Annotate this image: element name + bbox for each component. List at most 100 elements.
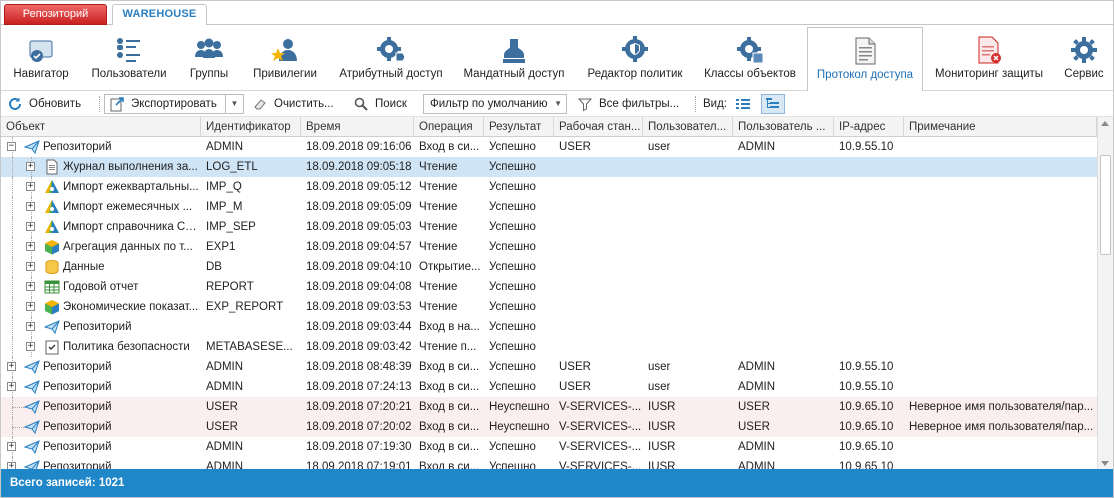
expand-icon[interactable]: + — [26, 202, 35, 211]
expand-icon[interactable]: + — [7, 442, 16, 451]
tab-warehouse[interactable]: WAREHOUSE — [112, 4, 207, 26]
database-icon — [45, 260, 59, 275]
refresh-button[interactable]: Обновить — [7, 94, 81, 114]
view-list-button[interactable] — [732, 94, 754, 114]
expand-icon[interactable]: + — [26, 322, 35, 331]
table-row[interactable]: + Импорт ежемесячных ... IMP_M 18.09.2018 0… — [1, 197, 1097, 217]
filter-select[interactable]: Фильтр по умолчанию ▼ — [423, 94, 567, 114]
column-header[interactable]: Пользователь ... — [733, 117, 834, 137]
vertical-scrollbar[interactable] — [1097, 117, 1113, 471]
table-row[interactable]: + Репозиторий 18.09.2018 09:03:44 Вход в на… — [1, 317, 1097, 337]
search-button[interactable]: Поиск — [353, 94, 407, 114]
cell-note — [904, 377, 1097, 397]
export-dropdown-icon[interactable]: ▼ — [225, 95, 243, 113]
tree-line — [12, 337, 13, 357]
column-header[interactable]: Примечание — [904, 117, 1097, 137]
all-filters-button[interactable]: Все фильтры... — [577, 94, 679, 114]
column-header[interactable]: Рабочая стан... — [554, 117, 643, 137]
nav-item-10[interactable]: Мониторинг защиты — [923, 25, 1055, 91]
nav-item-3[interactable]: Группы — [177, 25, 241, 91]
collapse-icon[interactable]: − — [7, 142, 16, 151]
nav-item-6[interactable]: Мандатный доступ — [453, 25, 575, 91]
table-row[interactable]: + Годовой отчет REPORT 18.09.2018 09:04:08 Ч… — [1, 277, 1097, 297]
cell-ip — [834, 337, 904, 357]
cell-ws: USER — [559, 361, 591, 373]
table-row[interactable]: + Журнал выполнения за... LOG_ETL 18.09.201… — [1, 157, 1097, 177]
table-row[interactable]: + Репозиторий ADMIN 18.09.2018 07:19:30 Вход… — [1, 437, 1097, 457]
table-row[interactable]: Репозиторий USER 18.09.2018 07:20:21 Вход в… — [1, 397, 1097, 417]
expand-icon[interactable]: + — [26, 162, 35, 171]
nav-item-5[interactable]: Атрибутный доступ — [329, 25, 453, 91]
expand-icon[interactable]: + — [26, 262, 35, 271]
table-row[interactable]: Репозиторий USER 18.09.2018 07:20:02 Вход в… — [1, 417, 1097, 437]
table-row[interactable]: + Агрегация данных по т... EXP1 18.09.2018 … — [1, 237, 1097, 257]
export-button[interactable]: Экспортировать ▼ — [104, 94, 244, 114]
cell-ip: 10.9.65.10 — [839, 441, 894, 453]
table-row[interactable]: + Данные DB 18.09.2018 09:04:10 Открытие... У… — [1, 257, 1097, 277]
cell-u2: USER — [738, 401, 770, 413]
view-tree-button[interactable] — [761, 94, 785, 114]
cell-res: Успешно — [489, 241, 536, 253]
clear-button[interactable]: Очистить... — [252, 94, 334, 114]
cell-u1: IUSR — [648, 401, 676, 413]
cell-ws — [554, 177, 643, 197]
nav-item-2[interactable]: Пользователи — [81, 25, 177, 91]
column-header[interactable]: Объект — [1, 117, 201, 137]
expand-icon[interactable]: + — [26, 182, 35, 191]
cell-note — [904, 257, 1097, 277]
scroll-down-icon[interactable] — [1101, 461, 1109, 466]
cell-id: METABASESE... — [206, 341, 293, 353]
cell-u1 — [643, 237, 733, 257]
nav-item-1[interactable]: Навигатор — [1, 25, 81, 91]
nav-item-11[interactable]: Сервис — [1055, 25, 1113, 91]
column-header[interactable]: IP-адрес — [834, 117, 904, 137]
nav-item-label: Навигатор — [13, 68, 69, 80]
cell-ip — [834, 297, 904, 317]
expand-icon[interactable]: + — [7, 382, 16, 391]
column-header[interactable]: Время — [301, 117, 414, 137]
nav-item-label: Атрибутный доступ — [339, 68, 443, 80]
table-row[interactable]: + Импорт ежеквартальны... IMP_Q 18.09.2018 … — [1, 177, 1097, 197]
cell-id: IMP_Q — [206, 181, 242, 193]
expand-icon[interactable]: + — [26, 222, 35, 231]
column-header[interactable]: Идентификатор — [201, 117, 301, 137]
nav-item-label: Протокол доступа — [816, 69, 914, 81]
cell-id: DB — [206, 261, 222, 273]
expand-icon[interactable]: + — [7, 362, 16, 371]
tree-line — [12, 197, 13, 217]
table-row[interactable]: + Экономические показат... EXP_REPORT 18.09… — [1, 297, 1097, 317]
cell-note — [904, 297, 1097, 317]
nav-item-9[interactable]: Протокол доступа — [807, 27, 923, 92]
scroll-thumb[interactable] — [1100, 155, 1111, 255]
cell-time: 18.09.2018 09:05:09 — [306, 201, 412, 213]
expand-icon[interactable]: + — [26, 302, 35, 311]
nav-item-7[interactable]: Редактор политик — [575, 25, 695, 91]
nav-item-4[interactable]: Привилегии — [241, 25, 329, 91]
cell-ip — [834, 217, 904, 237]
table-row[interactable]: + Репозиторий ADMIN 18.09.2018 08:48:39 Вход… — [1, 357, 1097, 377]
expand-icon[interactable]: + — [26, 242, 35, 251]
cell-obj: Репозиторий — [43, 401, 112, 413]
cell-op: Вход в си... — [419, 441, 480, 453]
column-header[interactable]: Результат — [484, 117, 554, 137]
tree-line — [12, 407, 24, 408]
column-header[interactable]: Пользовател... — [643, 117, 733, 137]
nav-item-label: Группы — [189, 68, 229, 80]
cell-u2 — [733, 157, 834, 177]
all-filters-label: Все фильтры... — [599, 98, 680, 110]
expand-icon[interactable]: + — [26, 282, 35, 291]
etl-import-icon — [45, 180, 59, 193]
expand-icon[interactable]: + — [26, 342, 35, 351]
column-header[interactable]: Операция — [414, 117, 484, 137]
table-row[interactable]: + Политика безопасности METABASESE... 18.09… — [1, 337, 1097, 357]
cell-ip: 10.9.55.10 — [839, 381, 894, 393]
table-row[interactable]: + Импорт справочника СЭП IMP_SEP 18.09.2018… — [1, 217, 1097, 237]
nav-item-label: Редактор политик — [587, 68, 683, 80]
cell-op: Чтение — [419, 201, 458, 213]
nav-item-8[interactable]: Классы объектов — [695, 25, 805, 91]
table-row[interactable]: − Репозиторий ADMIN 18.09.2018 09:16:06 Вход… — [1, 137, 1097, 157]
cell-time: 18.09.2018 09:05:18 — [306, 161, 412, 173]
tab-repository[interactable]: Репозиторий — [4, 4, 107, 25]
scroll-up-icon[interactable] — [1101, 121, 1109, 126]
table-row[interactable]: + Репозиторий ADMIN 18.09.2018 07:24:13 Вход… — [1, 377, 1097, 397]
